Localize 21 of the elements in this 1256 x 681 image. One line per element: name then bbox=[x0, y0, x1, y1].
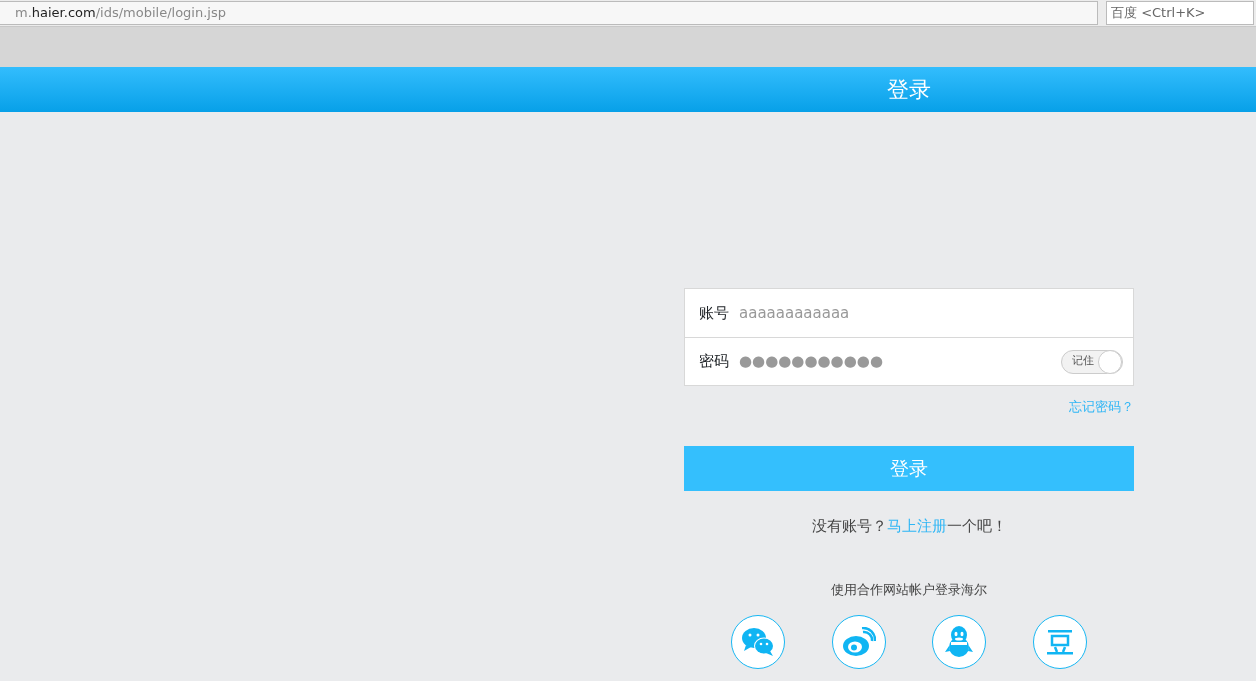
search-field[interactable]: 百度 <Ctrl+K> bbox=[1106, 1, 1254, 25]
chat-bubbles-icon bbox=[741, 627, 776, 657]
qq-login-button[interactable] bbox=[932, 615, 987, 669]
account-input-field[interactable]: aaaaaaaaaaaa bbox=[739, 301, 1123, 325]
chat-login-button[interactable] bbox=[731, 615, 786, 669]
weibo-eye-icon bbox=[841, 627, 876, 657]
password-label: 密码 bbox=[699, 351, 729, 373]
penguin-icon bbox=[945, 626, 974, 658]
register-link[interactable]: 马上注册 bbox=[886, 517, 947, 535]
weibo-login-button[interactable] bbox=[831, 615, 886, 669]
remember-toggle[interactable]: 记住 bbox=[1061, 349, 1123, 374]
password-input-field[interactable]: ●●●●●●●●●●● bbox=[739, 350, 1061, 373]
url-field[interactable]: m.haier.com/ids/mobile/login.jsp bbox=[0, 1, 1098, 25]
register-prompt: 没有账号？马上注册一个吧！ bbox=[811, 517, 1007, 535]
douban-login-button[interactable] bbox=[1032, 615, 1087, 669]
douban-glyph-icon bbox=[1046, 629, 1073, 655]
account-label: 账号 bbox=[699, 302, 729, 324]
page-title: 登录 bbox=[887, 77, 931, 102]
forgot-password-link[interactable]: 忘记密码？ bbox=[1069, 399, 1134, 414]
login-button[interactable]: 登录 bbox=[684, 446, 1134, 491]
partner-login-caption: 使用合作网站帐户登录海尔 bbox=[831, 581, 987, 597]
